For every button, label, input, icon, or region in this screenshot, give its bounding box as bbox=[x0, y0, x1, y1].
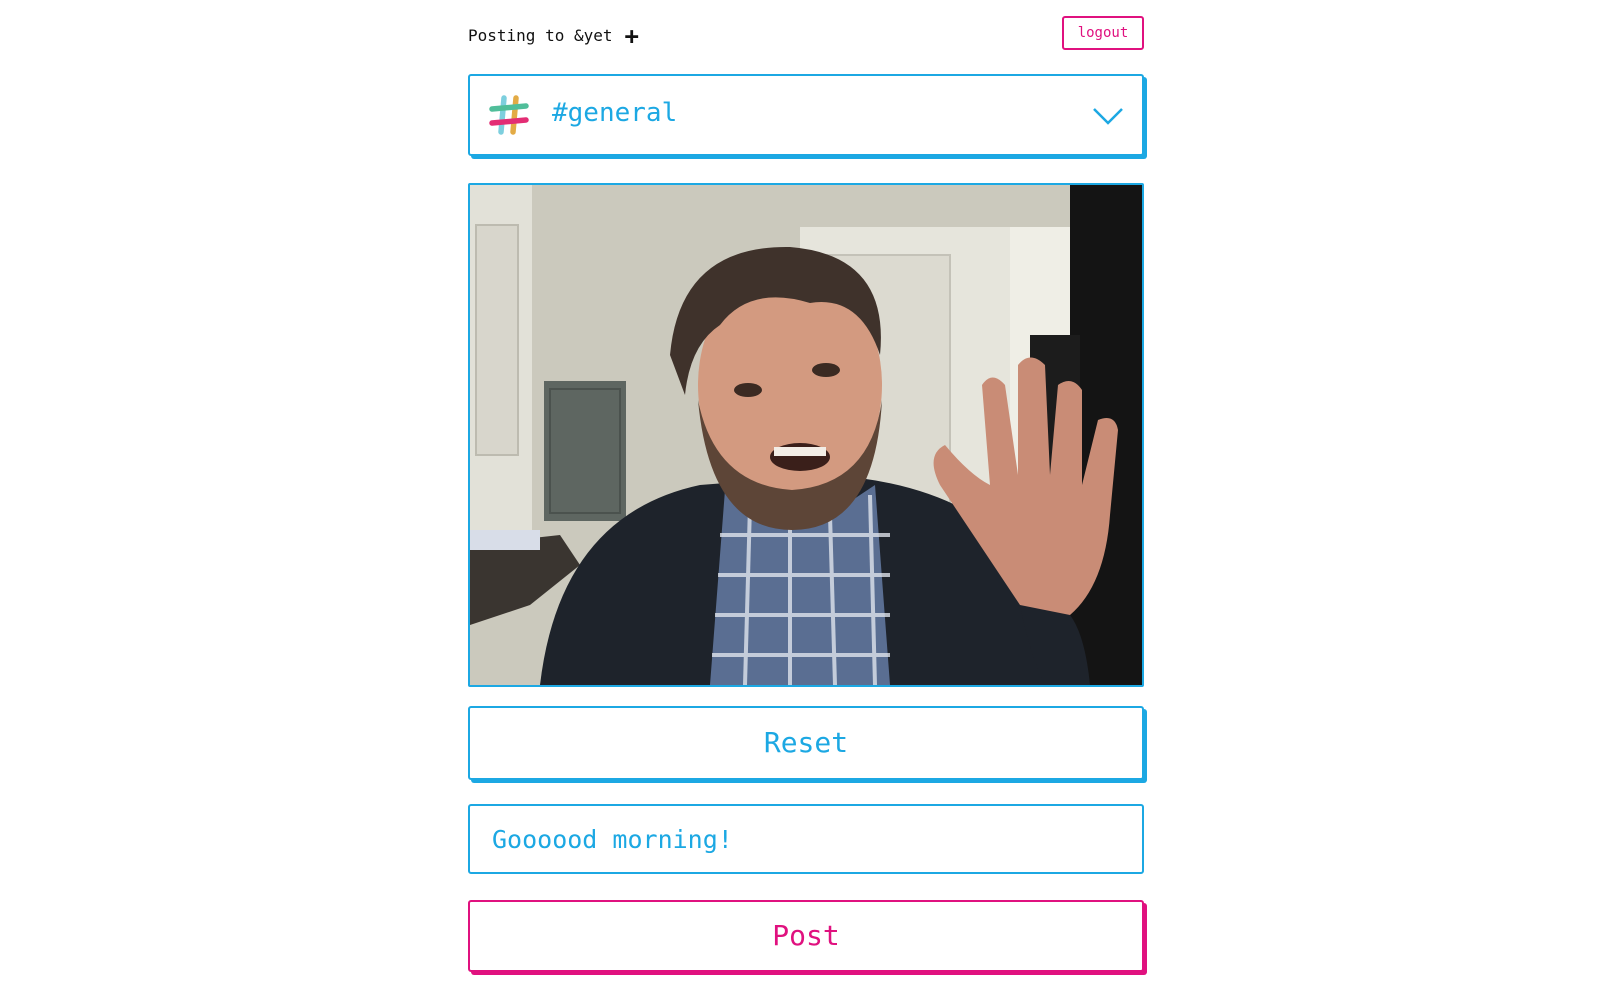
logout-button[interactable]: logout bbox=[1062, 16, 1144, 50]
plus-icon[interactable]: + bbox=[625, 24, 639, 48]
reset-button[interactable]: Reset bbox=[468, 706, 1144, 780]
posting-to-label: Posting to &yet + bbox=[468, 24, 639, 48]
post-button[interactable]: Post bbox=[468, 900, 1144, 972]
webcam-photo bbox=[468, 183, 1144, 687]
top-bar: Posting to &yet + logout bbox=[468, 16, 1144, 50]
chevron-down-icon[interactable] bbox=[1092, 106, 1124, 126]
channel-name: #general bbox=[552, 98, 678, 128]
slack-logo-icon bbox=[489, 95, 529, 135]
message-input[interactable] bbox=[490, 806, 1126, 872]
team-label: Posting to &yet bbox=[468, 26, 613, 45]
channel-select[interactable]: #general bbox=[468, 74, 1144, 156]
message-field[interactable] bbox=[468, 804, 1144, 874]
